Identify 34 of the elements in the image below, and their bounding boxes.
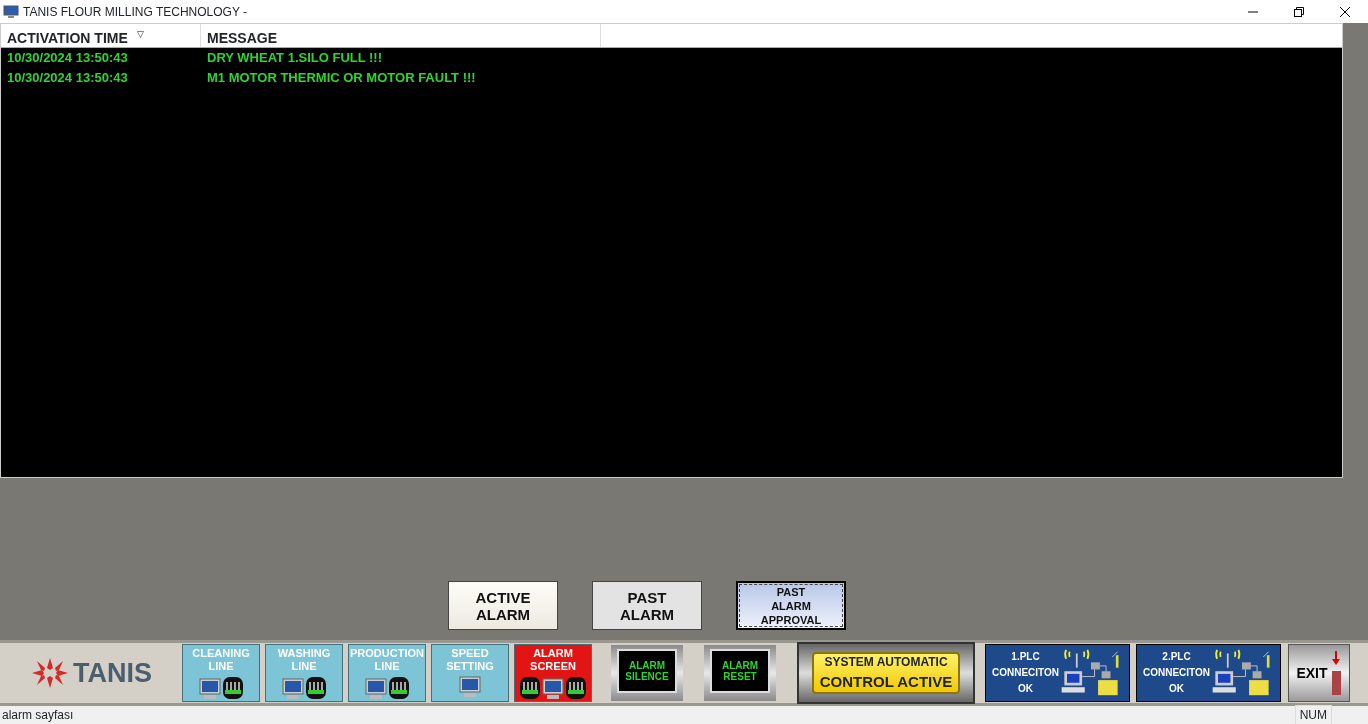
table-cell-text: DRY WHEAT 1.SILO FULL !!! — [206, 49, 383, 68]
nav-button[interactable]: ALARM SCREEN — [514, 644, 592, 702]
drum-icon — [387, 676, 410, 700]
alarm-button[interactable]: ALARM RESET — [710, 649, 770, 693]
app-icon — [3, 4, 19, 19]
door-arrow-icon — [1329, 651, 1342, 695]
table-cell-text: M1 MOTOR THERMIC OR MOTOR FAULT !!! — [206, 69, 477, 88]
restore-icon — [1293, 5, 1305, 18]
table-cell-text: 10/30/2024 13:50:43 — [6, 69, 129, 88]
system-status-panel: SYSTEM AUTOMATIC CONTROL ACTIVE — [812, 652, 960, 694]
logo-text: TANIS — [73, 656, 152, 690]
view-button[interactable]: PAST ALARM — [592, 581, 702, 630]
column-header[interactable]: MESSAGE — [201, 24, 601, 47]
column-header[interactable]: ACTIVATION TIME ▽ — [1, 24, 201, 47]
drum-icon — [565, 676, 587, 700]
plc-status-panel: 1.PLC CONNECITON OK — [985, 644, 1130, 702]
drum-icon — [221, 676, 244, 700]
window-title: TANIS FLOUR MILLING TECHNOLOGY - — [23, 3, 248, 21]
alarm-button[interactable]: ALARM SILENCE — [617, 649, 677, 693]
status-message: alarm sayfası — [2, 707, 74, 724]
close-icon — [1339, 5, 1351, 18]
monitor-icon — [542, 678, 564, 700]
exit-button[interactable]: EXIT — [1288, 644, 1350, 702]
monitor-icon — [198, 678, 221, 700]
num-lock-indicator: NUM — [1294, 705, 1332, 724]
monitor-icon — [281, 678, 304, 700]
table-cell-text: 10/30/2024 13:50:43 — [6, 49, 129, 68]
plc-status-panel: 2.PLC CONNECITON OK — [1136, 644, 1281, 702]
drum-icon — [519, 676, 541, 700]
view-button[interactable]: ACTIVE ALARM — [448, 581, 558, 630]
view-button[interactable]: PAST ALARM APPROVAL — [736, 581, 846, 630]
monitor-icon — [459, 676, 481, 698]
monitor-icon — [364, 678, 387, 700]
drum-icon — [304, 676, 327, 700]
